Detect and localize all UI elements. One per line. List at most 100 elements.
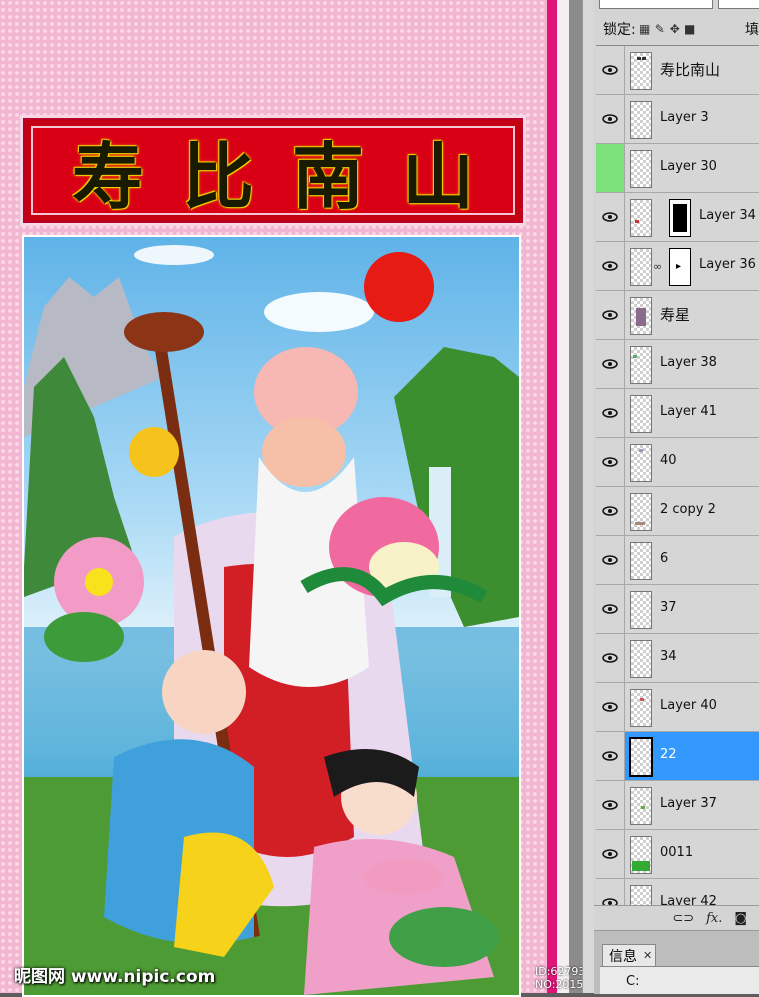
visibility-toggle[interactable]	[596, 732, 625, 780]
eye-icon	[602, 457, 618, 467]
face	[262, 417, 346, 487]
layer-row[interactable]: 37	[596, 585, 759, 634]
visibility-toggle[interactable]	[596, 193, 625, 241]
lotus-center	[85, 568, 113, 596]
blend-mode-select[interactable]	[599, 0, 713, 9]
layer-thumbnail	[630, 101, 652, 139]
layer-row[interactable]: 6	[596, 536, 759, 585]
visibility-toggle[interactable]	[596, 340, 625, 388]
layer-name: 34	[660, 649, 677, 664]
layer-thumbnail	[630, 199, 652, 237]
layer-row[interactable]: Layer 3	[596, 95, 759, 144]
layer-name: 37	[660, 600, 677, 615]
layer-name: Layer 36	[699, 257, 756, 272]
layer-row[interactable]: 2 copy 2	[596, 487, 759, 536]
visibility-toggle[interactable]	[596, 438, 625, 486]
layer-name: Layer 40	[660, 698, 717, 713]
layer-thumbnail	[630, 395, 652, 433]
visibility-toggle[interactable]	[596, 830, 625, 878]
visibility-toggle[interactable]	[596, 95, 625, 143]
fill-label: 填	[745, 22, 759, 38]
eye-icon	[602, 212, 618, 222]
eye-icon	[602, 261, 618, 271]
layer-thumbnail	[630, 248, 652, 286]
layer-name: Layer 34	[699, 208, 756, 223]
lock-label: 锁定:	[603, 22, 636, 38]
layer-row[interactable]: Layer 38	[596, 340, 759, 389]
fx-icon[interactable]: fx.	[706, 911, 722, 926]
layer-row[interactable]: 34	[596, 634, 759, 683]
canvas-area[interactable]: 寿比南山 昵图网 www.nipic.com ID:627931	[0, 0, 695, 997]
layer-thumbnail	[630, 836, 652, 874]
girl-pants	[389, 907, 499, 967]
visibility-toggle[interactable]	[596, 634, 625, 682]
lock-pixels-icon[interactable]: ✎	[654, 23, 666, 35]
layer-name: Layer 37	[660, 796, 717, 811]
layer-row[interactable]: Layer 40	[596, 683, 759, 732]
layer-thumbnail	[629, 737, 653, 777]
visibility-toggle[interactable]	[596, 781, 625, 829]
layer-name: 0011	[660, 845, 694, 860]
info-tab-label: 信息	[609, 948, 637, 965]
eye-icon	[602, 65, 618, 75]
layer-name: 寿比南山	[660, 61, 721, 79]
poster-border	[547, 0, 557, 993]
layer-row[interactable]: 寿星	[596, 291, 759, 340]
visibility-toggle[interactable]	[596, 291, 625, 339]
layer-name: 寿星	[660, 306, 691, 324]
eye-icon	[602, 800, 618, 810]
dragon-head	[124, 312, 204, 352]
eye-icon	[602, 849, 618, 859]
layer-row[interactable]: 40	[596, 438, 759, 487]
close-icon[interactable]: ✕	[643, 949, 652, 962]
poster-title: 寿比南山	[71, 134, 512, 219]
layer-row[interactable]: Layer 34	[596, 193, 759, 242]
title-banner-inner: 寿比南山	[31, 126, 515, 219]
layer-thumbnail	[630, 346, 652, 384]
eye-icon	[602, 506, 618, 516]
visibility-toggle[interactable]	[596, 487, 625, 535]
lock-transparency-icon[interactable]: ▦	[639, 23, 651, 35]
eye-icon	[602, 653, 618, 663]
link-chain-icon[interactable]: ∞	[653, 260, 662, 273]
info-c-label: C:	[626, 974, 640, 989]
cloud	[264, 292, 374, 332]
eye-icon	[602, 604, 618, 614]
layer-row[interactable]: Layer 41	[596, 389, 759, 438]
visibility-toggle[interactable]	[596, 585, 625, 633]
opacity-field[interactable]	[718, 0, 759, 9]
tab-info[interactable]: 信息 ✕	[602, 944, 656, 966]
info-panel-body	[600, 966, 759, 994]
layer-thumbnail	[630, 542, 652, 580]
layer-mask-thumbnail[interactable]	[669, 199, 691, 237]
layer-row[interactable]: Layer 30	[596, 144, 759, 193]
layer-mask-thumbnail[interactable]: ▸	[669, 248, 691, 286]
visibility-toggle[interactable]	[596, 242, 625, 290]
mask-icon[interactable]: ◙	[734, 911, 747, 926]
layer-name: 6	[660, 551, 669, 566]
visibility-toggle[interactable]	[596, 46, 625, 94]
visibility-toggle[interactable]	[596, 389, 625, 437]
visibility-toggle[interactable]	[596, 683, 625, 731]
layer-thumbnail	[630, 52, 652, 90]
lock-position-icon[interactable]: ✥	[669, 23, 681, 35]
visibility-toggle[interactable]	[596, 536, 625, 584]
layer-row-selected[interactable]: 22	[596, 732, 759, 781]
visibility-toggle[interactable]	[596, 879, 625, 906]
title-banner: 寿比南山	[20, 115, 526, 226]
layer-row[interactable]: Layer 37	[596, 781, 759, 830]
layer-name: Layer 38	[660, 355, 717, 370]
layer-row[interactable]: 寿比南山	[596, 46, 759, 95]
layer-row[interactable]: ∞ ▸ Layer 36	[596, 242, 759, 291]
red-sun	[364, 252, 434, 322]
layer-row[interactable]: 0011	[596, 830, 759, 879]
watermark-logo: 昵图网 www.nipic.com	[14, 967, 216, 987]
layer-thumbnail	[630, 150, 652, 188]
link-icon[interactable]: ⊂⊃	[672, 911, 694, 926]
lock-all-icon[interactable]: ■	[684, 23, 696, 35]
visibility-toggle[interactable]	[596, 144, 625, 192]
layer-row[interactable]: Layer 42	[596, 879, 759, 907]
layer-thumbnail	[630, 591, 652, 629]
eye-icon	[602, 751, 618, 761]
layers-list[interactable]: 寿比南山 Layer 3 Layer 30 Layer 34 ∞ ▸ Layer…	[596, 45, 759, 907]
